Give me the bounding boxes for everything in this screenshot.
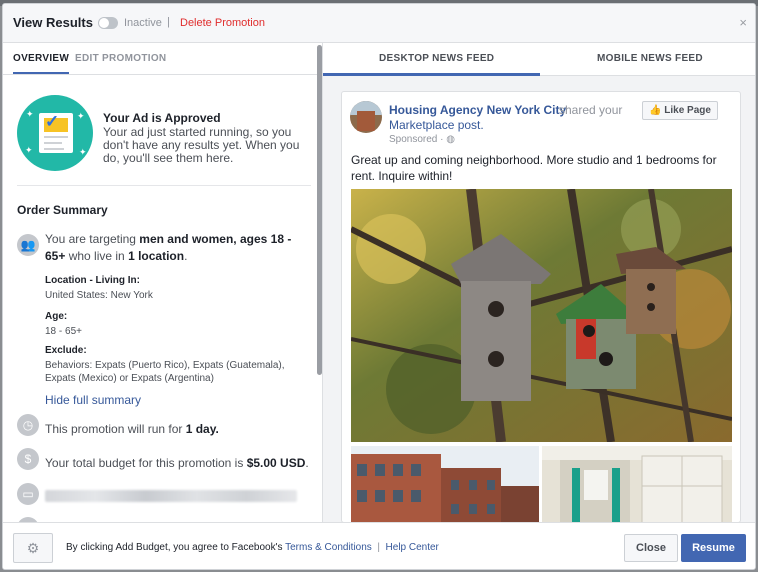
avatar-building xyxy=(357,111,375,131)
resume-button[interactable]: Resume xyxy=(681,534,746,562)
check-icon: ✓ xyxy=(45,112,60,131)
active-tab-indicator xyxy=(323,73,540,76)
header-separator: | xyxy=(167,16,170,28)
left-tabs: OVERVIEW EDIT PROMOTION xyxy=(3,43,322,75)
payment-card-icon: ▭ xyxy=(17,483,39,505)
page-avatar[interactable] xyxy=(350,101,382,133)
marketplace-post-link[interactable]: Marketplace post. xyxy=(389,118,484,132)
ad-post-preview: Housing Agency New York City shared your… xyxy=(341,91,741,523)
age-value: 18 - 65+ xyxy=(45,326,82,337)
terms-link[interactable]: Terms & Conditions xyxy=(285,542,372,553)
sparkle-icon: ✦ xyxy=(77,111,85,121)
left-panel: OVERVIEW EDIT PROMOTION ✓ ✦ ✦ ✦ ✦ Your A… xyxy=(3,43,323,522)
duration-value: 1 day. xyxy=(185,422,219,436)
view-results-dialog: View Results Inactive | Delete Promotion… xyxy=(2,3,756,570)
card-line xyxy=(44,148,64,150)
budget-end: . xyxy=(305,456,309,470)
tab-mobile-news-feed[interactable]: MOBILE NEWS FEED xyxy=(597,53,703,64)
dollar-icon: $ xyxy=(17,448,39,470)
tab-overview[interactable]: OVERVIEW xyxy=(13,53,70,74)
post-text: Great up and coming neighborhood. More s… xyxy=(351,153,717,183)
hide-summary-link[interactable]: Hide full summary xyxy=(45,393,141,407)
ad-approved-icon: ✓ ✦ ✦ ✦ ✦ xyxy=(17,95,93,171)
targeting-location-count: 1 location xyxy=(128,249,185,263)
sparkle-icon: ✦ xyxy=(26,109,34,119)
sparkle-icon: ✦ xyxy=(79,147,87,157)
approved-title: Your Ad is Approved xyxy=(103,111,221,125)
preview-panel: DESKTOP NEWS FEED MOBILE NEWS FEED Housi… xyxy=(323,43,755,523)
age-label: Age: xyxy=(45,311,68,322)
card-line xyxy=(44,142,62,144)
audience-icon: 👥 xyxy=(17,234,39,256)
page-name-link[interactable]: Housing Agency New York City xyxy=(389,103,566,117)
exclude-label: Exclude: xyxy=(45,345,87,356)
sponsored-text: Sponsored · xyxy=(389,134,447,145)
budget-value: $5.00 USD xyxy=(246,456,306,470)
duration-pre: This promotion will run for xyxy=(45,422,186,436)
building-photo xyxy=(351,446,539,522)
targeting-mid: who live in xyxy=(65,249,129,263)
location-value: United States: New York xyxy=(45,290,153,301)
like-page-button[interactable]: 👍 Like Page xyxy=(642,101,718,120)
location-label: Location - Living In: xyxy=(45,275,140,286)
toggle-knob xyxy=(99,18,109,28)
exclude-value: Behaviors: Expats (Puerto Rico), Expats … xyxy=(45,360,285,384)
tab-desktop-news-feed[interactable]: DESKTOP NEWS FEED xyxy=(379,53,494,64)
settings-button[interactable]: ⚙ xyxy=(13,533,53,563)
like-page-label: Like Page xyxy=(664,105,711,116)
duration-text: This promotion will run for 1 day. xyxy=(45,422,219,436)
targeting-end: . xyxy=(184,249,188,263)
dialog-footer: ⚙ By clicking Add Budget, you agree to F… xyxy=(3,522,755,569)
post-image-interior[interactable] xyxy=(542,446,732,522)
budget-pre: Your total budget for this promotion is xyxy=(45,456,247,470)
budget-text: Your total budget for this promotion is … xyxy=(45,456,309,470)
approved-description: Your ad just started running, so you don… xyxy=(103,125,300,165)
blurred-payment-info xyxy=(45,490,297,502)
footer-separator: | xyxy=(377,542,380,553)
help-center-link[interactable]: Help Center xyxy=(386,542,439,553)
order-summary-title: Order Summary xyxy=(17,203,108,217)
post-image-building[interactable] xyxy=(351,446,539,522)
clock-icon: ◷ xyxy=(17,414,39,436)
birdhouses-photo xyxy=(351,189,732,442)
tab-edit-promotion[interactable]: EDIT PROMOTION xyxy=(75,53,166,64)
dialog-title: View Results xyxy=(13,15,93,30)
section-divider xyxy=(17,185,311,186)
post-main-image[interactable] xyxy=(351,189,732,442)
preview-tabs: DESKTOP NEWS FEED MOBILE NEWS FEED xyxy=(323,43,755,76)
agreement-pre: By clicking Add Budget, you agree to Fac… xyxy=(66,542,286,553)
sparkle-icon: ✦ xyxy=(25,145,33,155)
globe-icon: ◍ xyxy=(446,134,455,145)
card-line xyxy=(44,136,68,138)
delete-promotion-link[interactable]: Delete Promotion xyxy=(180,17,265,29)
interior-photo xyxy=(542,446,732,522)
agreement-text: By clicking Add Budget, you agree to Fac… xyxy=(66,542,439,553)
left-scrollbar[interactable] xyxy=(317,45,322,375)
status-label: Inactive xyxy=(124,17,162,29)
promotion-toggle[interactable] xyxy=(98,17,118,29)
shared-text: shared your xyxy=(559,103,623,117)
sponsored-label: Sponsored · ◍ xyxy=(389,134,455,145)
thumbs-up-icon: 👍 xyxy=(649,105,662,116)
close-button[interactable]: Close xyxy=(624,534,678,562)
targeting-summary: You are targeting men and women, ages 18… xyxy=(45,231,315,265)
close-icon[interactable]: × xyxy=(739,15,747,30)
dialog-header: View Results Inactive | Delete Promotion… xyxy=(3,4,755,43)
targeting-pre: You are targeting xyxy=(45,232,140,246)
gear-icon: ⚙ xyxy=(26,540,40,556)
